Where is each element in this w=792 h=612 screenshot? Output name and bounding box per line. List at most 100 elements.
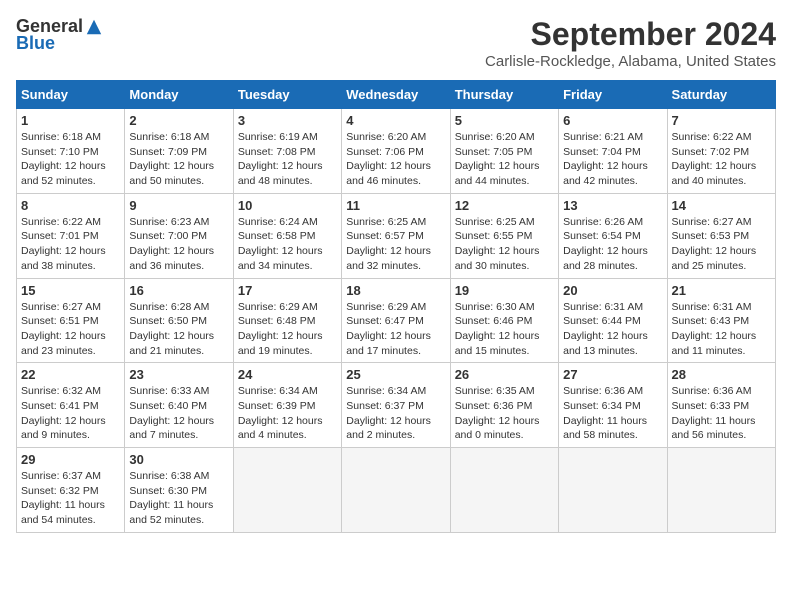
day-info: Sunrise: 6:29 AM Sunset: 6:48 PM Dayligh… (238, 300, 337, 359)
calendar-cell: 27 Sunrise: 6:36 AM Sunset: 6:34 PM Dayl… (559, 363, 667, 448)
page-header: General Blue September 2024 Carlisle-Roc… (16, 16, 776, 70)
day-number: 19 (455, 283, 554, 298)
day-number: 3 (238, 113, 337, 128)
calendar-cell: 6 Sunrise: 6:21 AM Sunset: 7:04 PM Dayli… (559, 109, 667, 194)
day-number: 28 (672, 367, 771, 382)
header-monday: Monday (125, 81, 233, 109)
day-number: 25 (346, 367, 445, 382)
day-info: Sunrise: 6:38 AM Sunset: 6:30 PM Dayligh… (129, 469, 228, 528)
day-info: Sunrise: 6:34 AM Sunset: 6:37 PM Dayligh… (346, 384, 445, 443)
header-wednesday: Wednesday (342, 81, 450, 109)
day-number: 26 (455, 367, 554, 382)
day-info: Sunrise: 6:28 AM Sunset: 6:50 PM Dayligh… (129, 300, 228, 359)
calendar-cell: 8 Sunrise: 6:22 AM Sunset: 7:01 PM Dayli… (17, 193, 125, 278)
day-number: 21 (672, 283, 771, 298)
day-info: Sunrise: 6:35 AM Sunset: 6:36 PM Dayligh… (455, 384, 554, 443)
day-info: Sunrise: 6:37 AM Sunset: 6:32 PM Dayligh… (21, 469, 120, 528)
day-number: 4 (346, 113, 445, 128)
calendar-cell: 25 Sunrise: 6:34 AM Sunset: 6:37 PM Dayl… (342, 363, 450, 448)
day-info: Sunrise: 6:32 AM Sunset: 6:41 PM Dayligh… (21, 384, 120, 443)
day-info: Sunrise: 6:27 AM Sunset: 6:51 PM Dayligh… (21, 300, 120, 359)
calendar-cell: 26 Sunrise: 6:35 AM Sunset: 6:36 PM Dayl… (450, 363, 558, 448)
calendar-cell: 30 Sunrise: 6:38 AM Sunset: 6:30 PM Dayl… (125, 448, 233, 533)
calendar-cell: 13 Sunrise: 6:26 AM Sunset: 6:54 PM Dayl… (559, 193, 667, 278)
day-number: 13 (563, 198, 662, 213)
calendar-cell (667, 448, 775, 533)
calendar-cell: 20 Sunrise: 6:31 AM Sunset: 6:44 PM Dayl… (559, 278, 667, 363)
day-info: Sunrise: 6:20 AM Sunset: 7:05 PM Dayligh… (455, 130, 554, 189)
header-friday: Friday (559, 81, 667, 109)
day-number: 11 (346, 198, 445, 213)
calendar-cell: 17 Sunrise: 6:29 AM Sunset: 6:48 PM Dayl… (233, 278, 341, 363)
calendar-cell: 2 Sunrise: 6:18 AM Sunset: 7:09 PM Dayli… (125, 109, 233, 194)
day-number: 8 (21, 198, 120, 213)
day-number: 30 (129, 452, 228, 467)
day-info: Sunrise: 6:19 AM Sunset: 7:08 PM Dayligh… (238, 130, 337, 189)
calendar-week-row: 1 Sunrise: 6:18 AM Sunset: 7:10 PM Dayli… (17, 109, 776, 194)
calendar-cell: 9 Sunrise: 6:23 AM Sunset: 7:00 PM Dayli… (125, 193, 233, 278)
day-info: Sunrise: 6:26 AM Sunset: 6:54 PM Dayligh… (563, 215, 662, 274)
day-info: Sunrise: 6:23 AM Sunset: 7:00 PM Dayligh… (129, 215, 228, 274)
calendar-cell: 22 Sunrise: 6:32 AM Sunset: 6:41 PM Dayl… (17, 363, 125, 448)
header-saturday: Saturday (667, 81, 775, 109)
day-info: Sunrise: 6:36 AM Sunset: 6:34 PM Dayligh… (563, 384, 662, 443)
calendar-cell: 29 Sunrise: 6:37 AM Sunset: 6:32 PM Dayl… (17, 448, 125, 533)
month-title: September 2024 (485, 16, 776, 53)
day-info: Sunrise: 6:22 AM Sunset: 7:01 PM Dayligh… (21, 215, 120, 274)
day-info: Sunrise: 6:25 AM Sunset: 6:55 PM Dayligh… (455, 215, 554, 274)
day-number: 14 (672, 198, 771, 213)
day-info: Sunrise: 6:22 AM Sunset: 7:02 PM Dayligh… (672, 130, 771, 189)
logo-blue-text: Blue (16, 33, 55, 54)
calendar-cell: 18 Sunrise: 6:29 AM Sunset: 6:47 PM Dayl… (342, 278, 450, 363)
calendar-cell (233, 448, 341, 533)
calendar-cell: 28 Sunrise: 6:36 AM Sunset: 6:33 PM Dayl… (667, 363, 775, 448)
day-info: Sunrise: 6:21 AM Sunset: 7:04 PM Dayligh… (563, 130, 662, 189)
day-number: 16 (129, 283, 228, 298)
location-title: Carlisle-Rockledge, Alabama, United Stat… (485, 53, 776, 70)
logo-icon (85, 18, 103, 36)
day-info: Sunrise: 6:18 AM Sunset: 7:09 PM Dayligh… (129, 130, 228, 189)
calendar-cell: 24 Sunrise: 6:34 AM Sunset: 6:39 PM Dayl… (233, 363, 341, 448)
calendar-cell: 23 Sunrise: 6:33 AM Sunset: 6:40 PM Dayl… (125, 363, 233, 448)
calendar-cell: 1 Sunrise: 6:18 AM Sunset: 7:10 PM Dayli… (17, 109, 125, 194)
day-info: Sunrise: 6:25 AM Sunset: 6:57 PM Dayligh… (346, 215, 445, 274)
calendar-cell: 10 Sunrise: 6:24 AM Sunset: 6:58 PM Dayl… (233, 193, 341, 278)
calendar-cell: 14 Sunrise: 6:27 AM Sunset: 6:53 PM Dayl… (667, 193, 775, 278)
day-number: 10 (238, 198, 337, 213)
calendar-cell: 3 Sunrise: 6:19 AM Sunset: 7:08 PM Dayli… (233, 109, 341, 194)
calendar-cell: 16 Sunrise: 6:28 AM Sunset: 6:50 PM Dayl… (125, 278, 233, 363)
calendar-cell: 11 Sunrise: 6:25 AM Sunset: 6:57 PM Dayl… (342, 193, 450, 278)
calendar-table: Sunday Monday Tuesday Wednesday Thursday… (16, 80, 776, 533)
day-number: 6 (563, 113, 662, 128)
calendar-week-row: 15 Sunrise: 6:27 AM Sunset: 6:51 PM Dayl… (17, 278, 776, 363)
day-number: 23 (129, 367, 228, 382)
calendar-cell: 15 Sunrise: 6:27 AM Sunset: 6:51 PM Dayl… (17, 278, 125, 363)
day-number: 2 (129, 113, 228, 128)
day-number: 29 (21, 452, 120, 467)
calendar-cell: 12 Sunrise: 6:25 AM Sunset: 6:55 PM Dayl… (450, 193, 558, 278)
day-number: 17 (238, 283, 337, 298)
logo: General Blue (16, 16, 103, 54)
header-tuesday: Tuesday (233, 81, 341, 109)
day-number: 7 (672, 113, 771, 128)
day-info: Sunrise: 6:29 AM Sunset: 6:47 PM Dayligh… (346, 300, 445, 359)
day-number: 27 (563, 367, 662, 382)
calendar-week-row: 8 Sunrise: 6:22 AM Sunset: 7:01 PM Dayli… (17, 193, 776, 278)
calendar-cell (342, 448, 450, 533)
day-number: 24 (238, 367, 337, 382)
day-number: 20 (563, 283, 662, 298)
day-info: Sunrise: 6:34 AM Sunset: 6:39 PM Dayligh… (238, 384, 337, 443)
day-info: Sunrise: 6:31 AM Sunset: 6:43 PM Dayligh… (672, 300, 771, 359)
title-area: September 2024 Carlisle-Rockledge, Alaba… (485, 16, 776, 70)
calendar-cell (559, 448, 667, 533)
day-info: Sunrise: 6:20 AM Sunset: 7:06 PM Dayligh… (346, 130, 445, 189)
header-thursday: Thursday (450, 81, 558, 109)
day-info: Sunrise: 6:27 AM Sunset: 6:53 PM Dayligh… (672, 215, 771, 274)
day-info: Sunrise: 6:24 AM Sunset: 6:58 PM Dayligh… (238, 215, 337, 274)
day-info: Sunrise: 6:18 AM Sunset: 7:10 PM Dayligh… (21, 130, 120, 189)
calendar-cell: 4 Sunrise: 6:20 AM Sunset: 7:06 PM Dayli… (342, 109, 450, 194)
calendar-cell: 7 Sunrise: 6:22 AM Sunset: 7:02 PM Dayli… (667, 109, 775, 194)
calendar-cell (450, 448, 558, 533)
day-number: 18 (346, 283, 445, 298)
weekday-header-row: Sunday Monday Tuesday Wednesday Thursday… (17, 81, 776, 109)
